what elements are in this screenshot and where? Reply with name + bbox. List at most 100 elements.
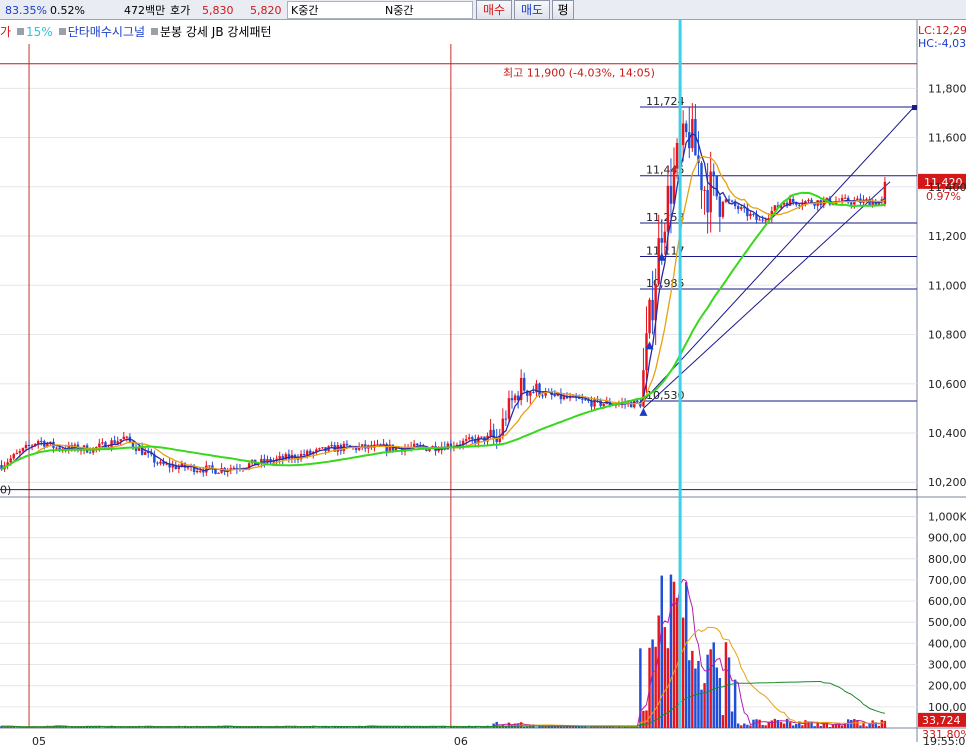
volume-bar <box>351 727 355 728</box>
candle-body <box>18 451 22 453</box>
candle-body <box>507 398 511 419</box>
candle-body <box>412 443 416 447</box>
eval-button[interactable]: 평 <box>552 0 574 20</box>
volume-bar <box>315 727 318 728</box>
price-tick-label: 10,200 <box>928 476 966 489</box>
k-mid-field[interactable]: K중간 N중간 <box>287 1 473 19</box>
volume-tick-label: 100,000 <box>928 701 966 714</box>
volume-bar <box>171 727 174 728</box>
price-tick-label: 10,400 <box>928 427 966 440</box>
sell-button[interactable]: 매도 <box>514 0 550 20</box>
clock-label: 19:55:0 <box>923 735 965 748</box>
volume-bar <box>162 727 165 728</box>
candle-body <box>703 189 706 191</box>
volume-bar <box>721 715 725 728</box>
candle-body <box>480 436 483 438</box>
candle-body <box>202 470 205 473</box>
candle-body <box>125 436 129 438</box>
candle-body <box>718 196 722 217</box>
hc-readout: HC:-4,03 <box>918 37 966 50</box>
candle-body <box>709 171 712 213</box>
candle-body <box>321 447 324 449</box>
candle-body <box>721 201 725 217</box>
candle-body <box>593 398 596 407</box>
candle-body <box>217 472 220 474</box>
volume-bar <box>657 615 660 728</box>
volume-bar <box>703 683 706 728</box>
volume-bar <box>348 727 352 728</box>
candle-body <box>791 198 795 203</box>
volume-bar <box>140 727 144 728</box>
candle-body <box>376 444 379 446</box>
candle-body <box>9 458 12 463</box>
candle-body <box>113 440 116 444</box>
volume-bar <box>791 725 795 728</box>
volume-bar <box>718 677 722 728</box>
candle-body <box>541 395 544 397</box>
volume-bar <box>645 710 648 728</box>
high-annotation: 최고 11,900 (-4.03%, 14:05) <box>503 67 655 80</box>
quote-toolbar: 83.35% 0.52% 472백만 호가 5,830 5,820 K중간 N중… <box>0 0 966 20</box>
volume-bar <box>694 668 697 728</box>
buy-button[interactable]: 매수 <box>476 0 512 20</box>
candle-body <box>645 333 648 371</box>
volume-bar <box>755 719 758 728</box>
volume-bar <box>192 727 196 728</box>
candle-body <box>749 213 752 217</box>
candle-body <box>309 450 312 454</box>
volume-bar <box>825 722 829 728</box>
candle-body <box>159 461 162 464</box>
volume-bar <box>865 726 868 728</box>
volume-bar <box>733 679 737 728</box>
volume-bar <box>605 726 608 728</box>
volume-bar <box>318 727 321 728</box>
volume-bar <box>700 689 703 728</box>
volume-bar <box>330 727 333 728</box>
volume-bar <box>862 722 865 728</box>
volume-bar <box>101 727 104 728</box>
candle-body <box>758 219 761 221</box>
lc-readout: LC:12,29 <box>918 24 966 37</box>
legend-marker-icon <box>17 28 25 35</box>
candle-body <box>675 143 679 169</box>
candle-body <box>581 398 584 400</box>
volume-bar <box>740 725 743 728</box>
volume-bar <box>40 727 43 728</box>
volume-bar <box>691 650 694 728</box>
candle-body <box>736 206 740 210</box>
trend-handle <box>912 105 917 111</box>
volume-bar <box>186 726 190 728</box>
volume-bar <box>620 727 624 728</box>
volume-bar <box>712 642 715 728</box>
time-tick-label: 05 <box>32 735 46 748</box>
volume-bar <box>804 720 807 728</box>
volume-tick-label: 800,000 <box>928 553 966 566</box>
price-volume-chart[interactable]: 11,72411,44511,25311,11710,98510,5300) 최… <box>0 20 966 752</box>
candle-body <box>602 404 605 407</box>
volume-bar <box>104 727 107 728</box>
candle-body <box>345 443 349 446</box>
volume-bar <box>446 727 450 728</box>
volume-bar <box>782 723 786 728</box>
volume-bar <box>400 727 404 728</box>
trade-amount: 472백만 <box>124 4 166 17</box>
corner-readout: LC:12,29 HC:-4,03 <box>918 24 966 50</box>
legend-item-signal: 단타매수시그널 <box>67 25 145 39</box>
volume-bar <box>669 574 673 728</box>
candle-body <box>12 454 15 459</box>
legend-item-pattern: 분봉 강세 JB 강세패턴 <box>160 25 272 39</box>
candle-body <box>437 450 440 452</box>
candle-body <box>636 400 639 403</box>
current-volume-label: 33,724 <box>922 714 961 727</box>
volume-tick-label: 700,000 <box>928 574 966 587</box>
volume-bar <box>788 722 792 728</box>
volume-bar <box>3 726 6 728</box>
n-mid-label: N중간 <box>385 4 414 17</box>
volume-bar <box>437 727 440 728</box>
candle-body <box>648 299 651 334</box>
price-tick-label: 11,800 <box>928 82 966 95</box>
candle-body <box>681 123 685 146</box>
legend-item-price: 가 <box>0 25 12 39</box>
candle-body <box>208 465 211 467</box>
candle-body <box>177 466 181 469</box>
